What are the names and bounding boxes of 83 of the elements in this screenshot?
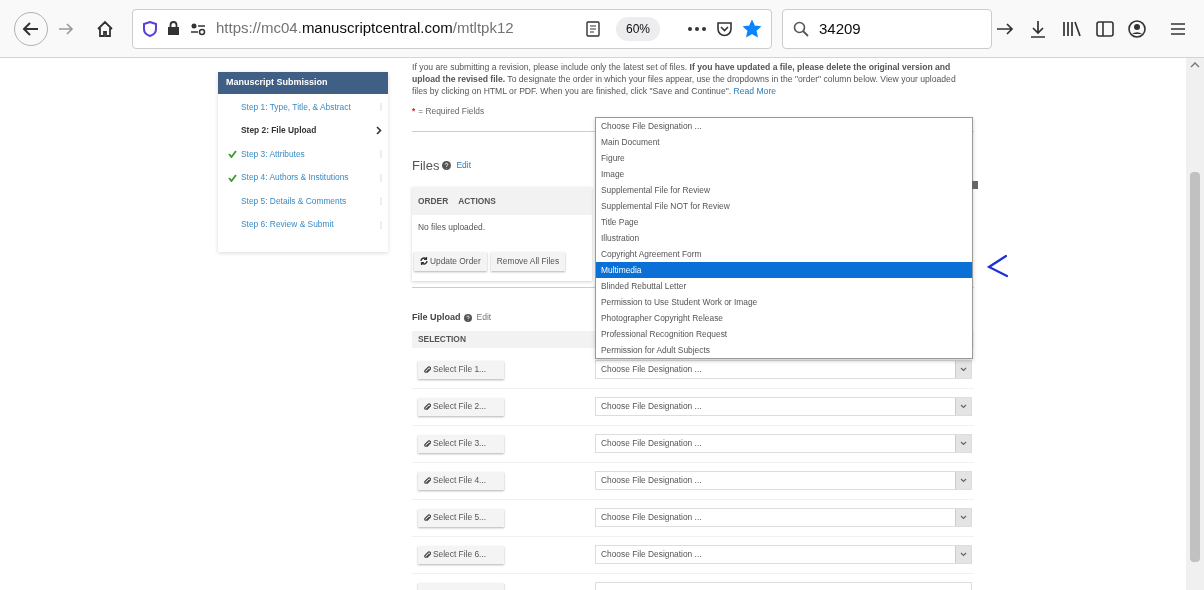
designation-select[interactable]: Choose File Designation ... xyxy=(595,434,972,454)
account-icon[interactable] xyxy=(1128,19,1146,38)
download-icon[interactable] xyxy=(1030,19,1046,38)
dropdown-option[interactable]: Permission to Use Student Work or Image xyxy=(596,294,972,310)
dropdown-option[interactable]: Choose File Designation ... xyxy=(596,118,972,134)
help-icon[interactable] xyxy=(442,160,452,170)
column-header: ORDER xyxy=(418,194,449,208)
column-header: ACTIONS xyxy=(458,194,496,208)
required-asterisk: * xyxy=(412,105,416,118)
bookmark-star-icon[interactable] xyxy=(743,19,761,38)
pocket-icon[interactable] xyxy=(716,20,733,37)
step-link[interactable]: Step 1: Type, Title, & Abstract xyxy=(241,100,380,114)
sidebar-header: Manuscript Submission xyxy=(218,72,388,94)
step-link[interactable]: Step 3: Attributes xyxy=(241,147,380,161)
remove-all-button[interactable]: Remove All Files xyxy=(490,251,566,271)
dropdown-option[interactable]: Title Page xyxy=(596,214,972,230)
dropdown-option[interactable]: Figure xyxy=(596,150,972,166)
go-arrow-icon[interactable] xyxy=(996,20,1014,37)
forward-icon[interactable] xyxy=(58,20,74,37)
empty-message: No files uploaded. xyxy=(417,221,487,234)
dropdown-option[interactable]: Multimedia xyxy=(596,262,972,278)
menu-icon[interactable] xyxy=(1170,21,1186,36)
required-fields-note: = Required Fields xyxy=(418,105,485,118)
select-file-button[interactable]: Select File 6... xyxy=(418,545,504,564)
paperclip-icon xyxy=(424,365,431,374)
lock-icon xyxy=(167,21,180,36)
designation-select[interactable]: Choose File Designation ... xyxy=(595,397,972,417)
reader-view-icon[interactable] xyxy=(585,20,600,37)
update-order-button[interactable]: Update Order xyxy=(414,251,487,271)
sliders-icon[interactable] xyxy=(190,21,206,36)
step-link[interactable]: Step 6: Review & Submit xyxy=(241,218,380,232)
dropdown-option[interactable]: Blinded Rebuttal Letter xyxy=(596,278,972,294)
paperclip-icon xyxy=(424,402,431,411)
library-icon[interactable] xyxy=(1062,20,1082,37)
designation-select[interactable]: Choose File Designation ... xyxy=(595,471,972,491)
scrollbar-thumb[interactable] xyxy=(1190,172,1200,562)
address-bar[interactable]: https://mc04.manuscriptcentral.com/mtltpk12 60% xyxy=(132,8,772,49)
home-icon[interactable] xyxy=(96,19,114,38)
column-header: SELECTION xyxy=(418,332,466,346)
edit-link[interactable]: Edit xyxy=(476,311,492,325)
select-file-button[interactable]: Select File 5... xyxy=(418,508,504,527)
dropdown-option[interactable]: Permission for Adult Subjects xyxy=(596,342,972,358)
designation-select[interactable]: Choose File Designation ... xyxy=(595,508,972,528)
dropdown-option[interactable]: Copyright Agreement Form xyxy=(596,246,972,262)
select-file-button[interactable]: Select File 2... xyxy=(418,397,504,416)
dropdown-option[interactable]: Image xyxy=(596,166,972,182)
dropdown-option[interactable]: Professional Recognition Request xyxy=(596,326,972,342)
annotation-mark xyxy=(986,254,1010,278)
step-link[interactable]: Step 2: File Upload xyxy=(241,124,376,138)
dropdown-option[interactable]: Illustration xyxy=(596,230,972,246)
section-title: Files xyxy=(412,156,440,175)
designation-select[interactable]: Choose File Designation ... xyxy=(595,360,972,380)
dropdown-option[interactable]: Photographer Copyright Release xyxy=(596,310,972,326)
paperclip-icon xyxy=(424,513,431,522)
scroll-up-icon[interactable] xyxy=(1190,62,1200,68)
paperclip-icon xyxy=(424,476,431,485)
scrollbar[interactable] xyxy=(1186,58,1204,590)
help-icon[interactable] xyxy=(463,313,472,322)
dropdown-option[interactable]: Supplemental File NOT for Review xyxy=(596,198,972,214)
edit-link[interactable]: Edit xyxy=(456,159,472,172)
select-file-button[interactable]: Select File 1... xyxy=(418,360,504,379)
search-icon xyxy=(793,20,809,37)
paperclip-icon xyxy=(424,550,431,559)
refresh-icon xyxy=(420,257,428,266)
shield-icon[interactable] xyxy=(143,20,157,37)
chevron-right-icon xyxy=(376,126,382,136)
step-link[interactable]: Step 5: Details & Comments xyxy=(241,194,380,208)
zoom-level[interactable]: 60% xyxy=(615,16,660,41)
url-text: https://mc04.manuscriptcentral.com/mtltpk12 xyxy=(216,18,514,39)
designation-select[interactable]: Choose File Designation ... xyxy=(595,545,972,565)
select-file-button[interactable]: Select File 3... xyxy=(418,434,504,453)
dropdown-option[interactable]: Main Document xyxy=(596,134,972,150)
instructions-paragraph: If you are submitting a revision, please include only the latest set of files. If you have updated a file, please delete the original version and upload the revised file. To designate the order in which your files appear, use the dropdowns in the "order" column below. View your uploaded files by clicking on HTML or PDF. When you are finished, click "Save and Continue". Read More xyxy=(412,61,957,97)
read-more-link[interactable]: Read More xyxy=(733,86,777,96)
section-title: File Upload xyxy=(412,311,461,325)
back-arrow-icon xyxy=(22,19,40,38)
select-file-button[interactable]: Select File 4... xyxy=(418,471,504,490)
more-icon[interactable] xyxy=(688,26,706,31)
search-field[interactable]: 34209 xyxy=(782,8,992,49)
dropdown-option[interactable]: Supplemental File for Review xyxy=(596,182,972,198)
step-link[interactable]: Step 4: Authors & Institutions xyxy=(241,171,380,185)
sidebar-icon[interactable] xyxy=(1096,20,1114,37)
paperclip-icon xyxy=(424,439,431,448)
